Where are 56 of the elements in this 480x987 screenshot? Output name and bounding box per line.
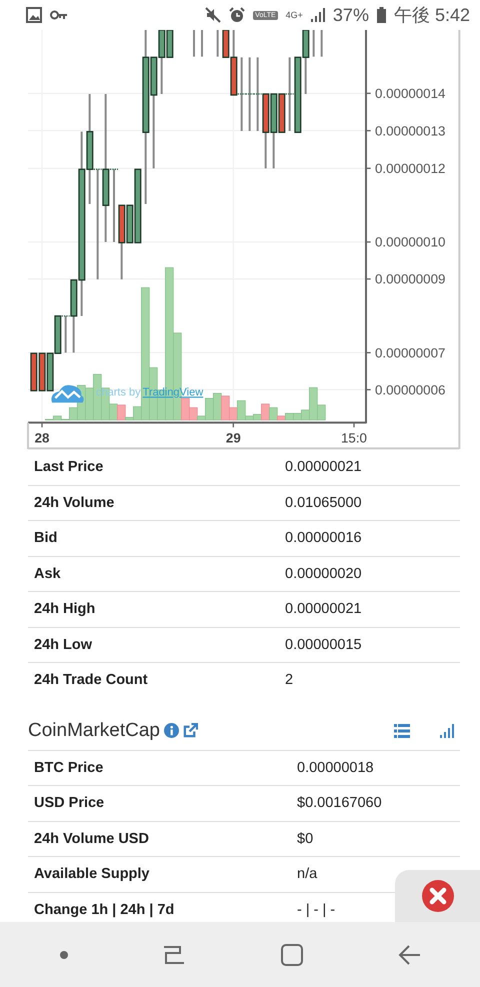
home-icon[interactable] [280, 942, 304, 966]
image-icon [26, 7, 42, 23]
row-label: Last Price [28, 450, 279, 485]
row-label: 24h High [28, 592, 279, 627]
row-label: 24h Trade Count [28, 662, 279, 698]
row-label: 24h Volume [28, 485, 279, 520]
alarm-icon [229, 7, 246, 23]
row-label: 24h Volume USD [28, 821, 291, 856]
row-label: Ask [28, 556, 279, 592]
candle [312, 30, 315, 57]
volume-bar [85, 388, 94, 420]
row-value: 0.00000018 [291, 750, 460, 786]
price-axis-label: 0.00000006 [375, 382, 446, 398]
time-axis-label: 28 [34, 430, 50, 446]
candle [320, 30, 323, 57]
external-link-icon[interactable] [183, 723, 198, 738]
info-icon[interactable] [164, 723, 179, 738]
bar-chart-icon[interactable] [440, 724, 454, 738]
list-icon[interactable] [394, 724, 410, 738]
key-icon [50, 10, 68, 20]
close-button[interactable] [395, 870, 480, 922]
price-axis-label: 0.00000014 [375, 86, 446, 101]
mute-icon [205, 7, 222, 23]
price-axis-label: 0.00000009 [375, 272, 446, 287]
row-label: Bid [28, 520, 279, 556]
row-label: Available Supply [28, 856, 291, 892]
volume-bar [213, 393, 222, 420]
network-type: 4G+ [286, 10, 303, 20]
row-label: USD Price [28, 786, 291, 821]
row-label: 24h Low [28, 627, 279, 662]
row-value: 0.00000016 [279, 520, 460, 556]
battery-percent: 37% [332, 4, 369, 26]
row-value: 2 [279, 662, 460, 698]
row-label: BTC Price [28, 750, 291, 786]
clock: 午後 5:42 [394, 4, 470, 27]
signal-icon [310, 8, 325, 22]
close-icon [420, 879, 454, 913]
row-value: 0.00000020 [279, 556, 460, 592]
dot-icon[interactable] [58, 950, 69, 960]
row-value: $0 [291, 821, 460, 856]
price-axis-label: 0.00000010 [375, 234, 446, 250]
price-axis-label: 0.00000007 [375, 345, 446, 360]
price-axis-label: 0.00000012 [375, 161, 446, 176]
battery-icon [376, 7, 386, 23]
row-value: $0.00167060 [291, 786, 460, 821]
row-value: 0.01065000 [279, 485, 460, 520]
price-axis-label: 0.00000013 [375, 123, 446, 138]
row-value: 0.00000015 [279, 627, 460, 662]
candle [216, 30, 219, 57]
cloud-logo-icon [51, 385, 84, 403]
section-title: CoinMarketCap [28, 720, 160, 742]
row-value: 0.00000021 [279, 450, 460, 485]
back-icon[interactable] [397, 942, 422, 966]
row-value: 0.00000021 [279, 592, 460, 627]
time-axis-label: 29 [226, 430, 241, 446]
time-axis-label: 15:0 [341, 430, 367, 446]
